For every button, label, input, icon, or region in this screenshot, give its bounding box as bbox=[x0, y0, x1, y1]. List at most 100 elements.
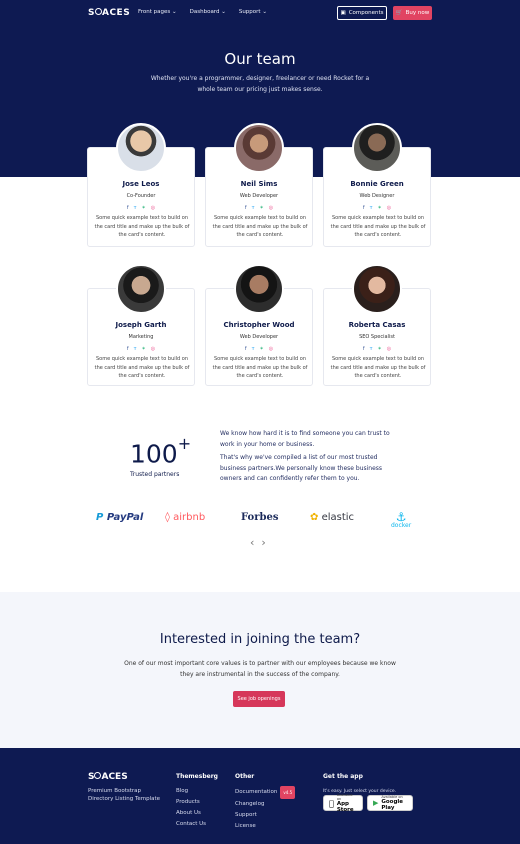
slack-icon[interactable]: ✶ bbox=[378, 346, 382, 352]
footer-link-about[interactable]: About Us bbox=[176, 808, 218, 819]
slack-icon[interactable]: ✶ bbox=[260, 346, 264, 352]
nav-item-label: Dashboard bbox=[189, 9, 220, 15]
google-play-button[interactable]: ▶ Available on Google Play bbox=[367, 795, 413, 811]
nav-item-dashboard[interactable]: Dashboard ⌄ bbox=[190, 9, 226, 15]
whale-icon: ⚓ bbox=[395, 510, 407, 524]
footer-description: Premium Bootstrap Directory Listing Temp… bbox=[88, 788, 161, 802]
slack-icon[interactable]: ✶ bbox=[142, 346, 146, 352]
facebook-icon[interactable]: f bbox=[245, 346, 247, 352]
nav-item-support[interactable]: Support ⌄ bbox=[239, 9, 267, 15]
footer-link-products[interactable]: Products bbox=[176, 797, 218, 808]
social-links: f ᴛ ✶ ◎ bbox=[206, 346, 312, 352]
components-button[interactable]: ▣ Components bbox=[337, 6, 387, 20]
member-role: Co-Founder bbox=[126, 193, 156, 199]
elastic-logo[interactable]: ✿ elastic bbox=[310, 512, 354, 523]
twitter-icon[interactable]: ᴛ bbox=[134, 346, 137, 352]
play-icon: ▶ bbox=[373, 799, 379, 807]
buy-now-label: Buy now bbox=[405, 10, 430, 16]
member-description: Some quick example text to build on the … bbox=[212, 215, 308, 238]
apple-icon:  bbox=[329, 799, 334, 808]
member-role: Web Designer bbox=[359, 193, 395, 199]
footer-link-blog[interactable]: Blog bbox=[176, 786, 218, 797]
facebook-icon[interactable]: f bbox=[127, 346, 129, 352]
join-section: Interested in joining the team? One of o… bbox=[0, 592, 520, 748]
dribbble-icon[interactable]: ◎ bbox=[387, 205, 391, 211]
app-store-text: Available on App Store bbox=[337, 793, 357, 813]
member-description: Some quick example text to build on the … bbox=[330, 215, 426, 238]
footer-link-contact[interactable]: Contact Us bbox=[176, 819, 218, 830]
twitter-icon[interactable]: ᴛ bbox=[370, 205, 373, 211]
chevron-left-icon[interactable]: ‹ bbox=[250, 536, 254, 549]
chevron-down-icon: ⌄ bbox=[172, 9, 177, 15]
dribbble-icon[interactable]: ◎ bbox=[151, 205, 155, 211]
footer: S ACES Premium Bootstrap Directory Listin… bbox=[0, 748, 520, 844]
footer-link-documentation[interactable]: Documentation v4.5 bbox=[235, 786, 296, 799]
member-name: Neil Sims bbox=[240, 180, 278, 188]
dribbble-icon[interactable]: ◎ bbox=[269, 346, 273, 352]
paypal-logo[interactable]: P PayPal bbox=[96, 512, 143, 523]
footer-col-title: Get the app bbox=[323, 773, 363, 780]
social-links: f ᴛ ✶ ◎ bbox=[88, 346, 194, 352]
chevron-down-icon: ⌄ bbox=[221, 9, 226, 15]
airbnb-logo[interactable]: ◊ airbnb bbox=[165, 512, 205, 523]
social-links: f ᴛ ✶ ◎ bbox=[88, 205, 194, 211]
avatar bbox=[352, 123, 402, 173]
footer-logo[interactable]: S ACES bbox=[88, 772, 128, 782]
footer-col-title: Other bbox=[235, 773, 255, 780]
forbes-logo[interactable]: Forbes bbox=[241, 512, 278, 523]
nav-item-front-pages[interactable]: Front pages ⌄ bbox=[138, 9, 177, 15]
partner-name: airbnb bbox=[173, 512, 206, 523]
slack-icon[interactable]: ✶ bbox=[142, 205, 146, 211]
app-store-button[interactable]:  Available onApp Store bbox=[323, 793, 363, 813]
buy-now-button[interactable]: 🛒 Buy now bbox=[393, 6, 432, 20]
app-store-label: App Store bbox=[332, 799, 354, 813]
google-play-label: Google Play bbox=[381, 799, 404, 811]
dribbble-icon[interactable]: ◎ bbox=[269, 205, 273, 211]
dribbble-icon[interactable]: ◎ bbox=[151, 346, 155, 352]
slack-icon[interactable]: ✶ bbox=[378, 205, 382, 211]
facebook-icon[interactable]: f bbox=[363, 205, 365, 211]
job-openings-button[interactable]: See job openings bbox=[233, 691, 285, 707]
partners-count: 100+ bbox=[130, 434, 191, 469]
docker-logo[interactable]: ⚓ docker bbox=[391, 510, 412, 529]
footer-link-license[interactable]: License bbox=[235, 821, 295, 832]
slack-icon[interactable]: ✶ bbox=[260, 205, 264, 211]
brand-logo[interactable]: S ACES bbox=[88, 8, 130, 18]
member-role: Web Developer bbox=[239, 334, 279, 340]
footer-link-support[interactable]: Support bbox=[235, 810, 295, 821]
partner-name: docker bbox=[391, 522, 412, 529]
member-role: Web Developer bbox=[239, 193, 279, 199]
trusted-paragraph-1: We know how hard it is to find someone y… bbox=[220, 430, 390, 448]
member-name: Roberta Casas bbox=[348, 321, 406, 329]
member-description: Some quick example text to build on the … bbox=[94, 356, 190, 379]
hero-subtitle: Whether you're a programmer, designer, f… bbox=[150, 75, 370, 93]
trusted-paragraph-2: That's why we've compiled a list of our … bbox=[220, 454, 383, 482]
member-role: Marketing bbox=[128, 334, 154, 340]
social-links: f ᴛ ✶ ◎ bbox=[324, 346, 430, 352]
twitter-icon[interactable]: ᴛ bbox=[252, 346, 255, 352]
facebook-icon[interactable]: f bbox=[245, 205, 247, 211]
join-title: Interested in joining the team? bbox=[159, 632, 361, 647]
member-name: Jose Leos bbox=[122, 180, 160, 188]
trusted-label: Trusted partners bbox=[130, 471, 180, 478]
cart-icon: 🛒 bbox=[395, 10, 403, 16]
carousel-controls: ‹ › bbox=[250, 536, 266, 549]
avatar bbox=[352, 264, 402, 314]
chevron-right-icon[interactable]: › bbox=[261, 536, 265, 549]
partner-logos: P PayPal ◊ airbnb Forbes ✿ elastic ⚓ dock… bbox=[0, 510, 520, 532]
twitter-icon[interactable]: ᴛ bbox=[252, 205, 255, 211]
footer-col-themesberg: Themesberg Blog Products About Us Contac… bbox=[176, 773, 218, 830]
member-name: Christopher Wood bbox=[223, 321, 295, 329]
nav-menu: Front pages ⌄ Dashboard ⌄ Support ⌄ bbox=[138, 9, 267, 15]
footer-link-changelog[interactable]: Changelog bbox=[235, 799, 295, 810]
twitter-icon[interactable]: ᴛ bbox=[134, 205, 137, 211]
member-description: Some quick example text to build on the … bbox=[330, 356, 426, 379]
dribbble-icon[interactable]: ◎ bbox=[387, 346, 391, 352]
avatar bbox=[116, 123, 166, 173]
twitter-icon[interactable]: ᴛ bbox=[370, 346, 373, 352]
facebook-icon[interactable]: f bbox=[363, 346, 365, 352]
partners-number: 100 bbox=[130, 439, 178, 469]
member-role: SEO Specialist bbox=[359, 334, 395, 340]
partner-name: Forbes bbox=[241, 512, 279, 523]
facebook-icon[interactable]: f bbox=[127, 205, 129, 211]
